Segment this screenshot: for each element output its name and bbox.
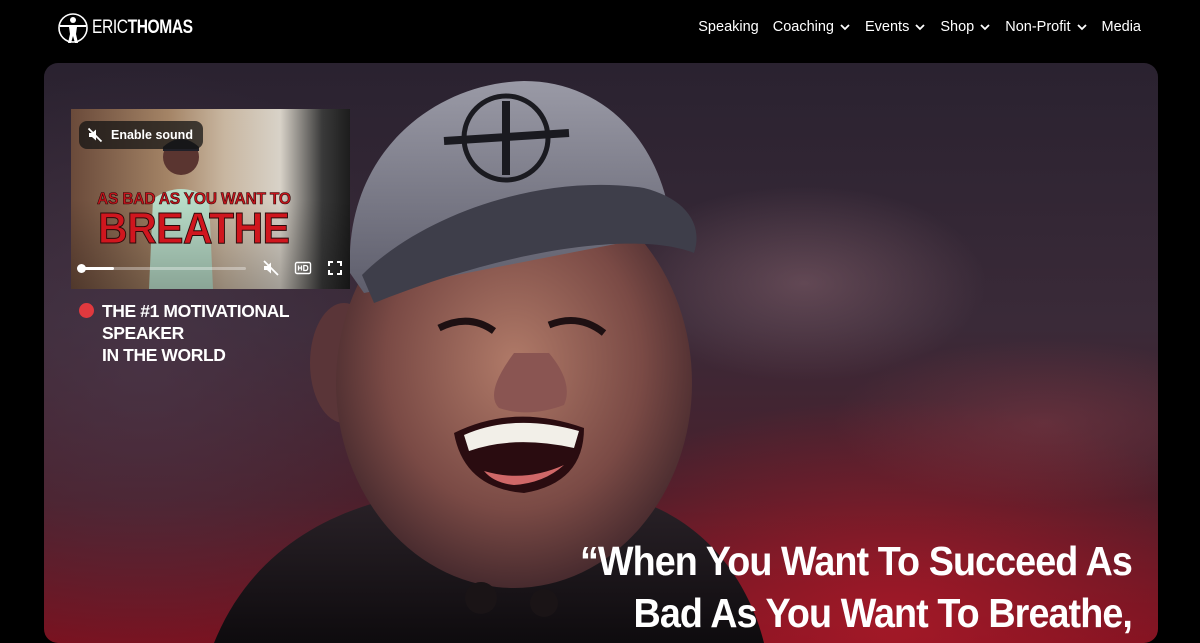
mute-icon[interactable] [262, 259, 280, 277]
chevron-down-icon [1076, 24, 1087, 31]
site-header: ERICTHOMAS Speaking Coaching Events Shop… [0, 0, 1200, 60]
video-progress-bar[interactable] [77, 264, 246, 273]
nav-item-events[interactable]: Events [865, 19, 926, 35]
nav-item-label: Events [865, 19, 910, 35]
hero-tagline: THE #1 MOTIVATIONAL SPEAKER IN THE WORLD [102, 300, 302, 366]
nav-item-shop[interactable]: Shop [940, 19, 991, 35]
nav-item-label: Non-Profit [1005, 19, 1071, 35]
tagline-line: THE #1 MOTIVATIONAL [102, 301, 290, 321]
fullscreen-icon[interactable] [326, 259, 344, 277]
nav-item-label: Media [1101, 19, 1142, 35]
nav-item-speaking[interactable]: Speaking [698, 19, 758, 35]
tagline-line: SPEAKER [102, 323, 184, 343]
logo-text-last: THOMAS [127, 17, 193, 38]
video-title-line2: BREATHE [98, 204, 291, 253]
main-nav: Speaking Coaching Events Shop Non-Profit… [698, 19, 1141, 35]
speaker-muted-icon [87, 127, 103, 143]
person-silhouette-icon [58, 13, 88, 43]
enable-sound-button[interactable]: Enable sound [79, 121, 203, 149]
chevron-down-icon [980, 24, 990, 31]
quote-line: Bad As You Want To Breathe, [633, 590, 1133, 636]
nav-item-non-profit[interactable]: Non-Profit [1005, 19, 1087, 35]
chevron-down-icon [840, 24, 850, 31]
hero-quote: “When You Want To Succeed As Bad As You … [532, 535, 1133, 639]
nav-item-label: Speaking [698, 19, 759, 35]
video-player[interactable]: Enable sound AS BAD AS YOU WANT TO BREAT… [71, 109, 350, 289]
nav-item-label: Coaching [772, 19, 834, 35]
site-logo[interactable]: ERICTHOMAS [56, 12, 215, 44]
hd-icon[interactable] [294, 259, 312, 277]
nav-item-label: Shop [940, 19, 975, 35]
chevron-down-icon [915, 24, 925, 31]
logo-text-first: ERIC [92, 17, 128, 38]
video-progress-knob[interactable] [77, 264, 86, 273]
live-indicator-dot [79, 303, 94, 318]
hero-section: Enable sound AS BAD AS YOU WANT TO BREAT… [44, 63, 1158, 643]
enable-sound-label: Enable sound [111, 128, 193, 142]
quote-line: “When You Want To Succeed As [580, 538, 1133, 584]
nav-item-media[interactable]: Media [1102, 19, 1142, 35]
nav-item-coaching[interactable]: Coaching [773, 19, 851, 35]
tagline-line: IN THE WORLD [102, 345, 226, 365]
logo-wordmark: ERICTHOMAS [92, 17, 193, 39]
